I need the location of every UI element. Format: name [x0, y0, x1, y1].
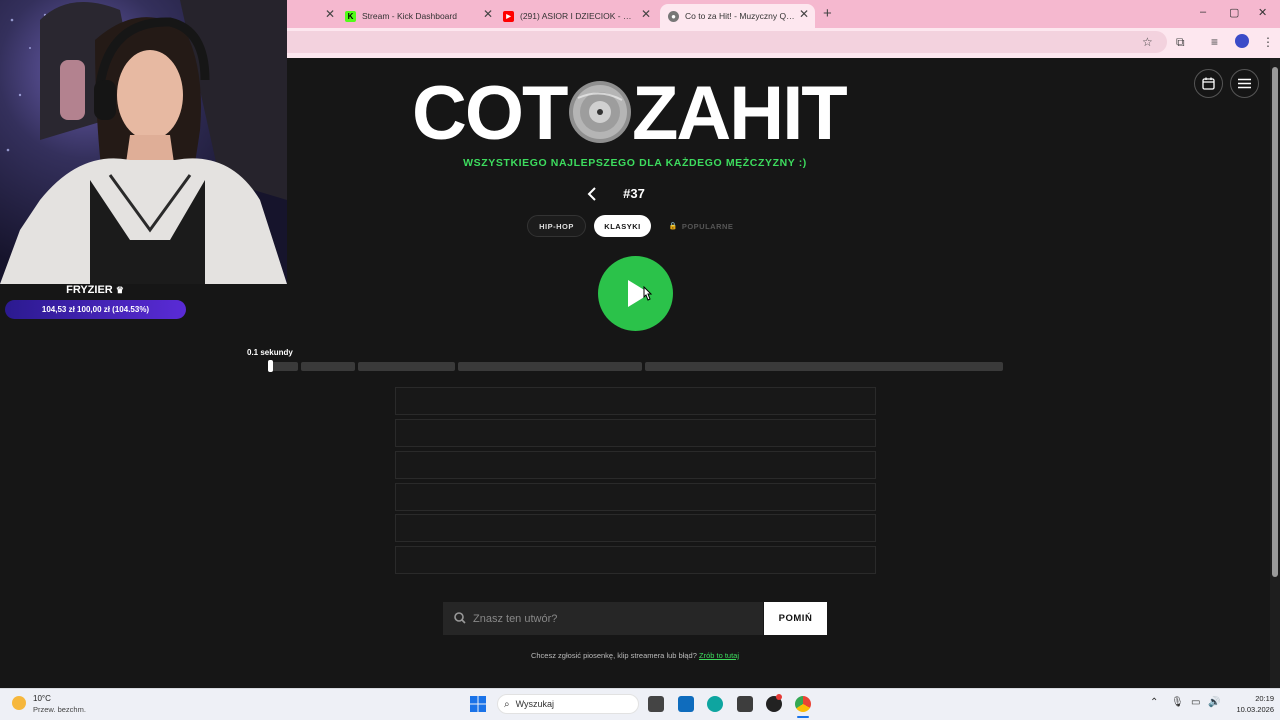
webcam-feed-image — [0, 0, 287, 284]
search-icon: ⌕ — [504, 698, 510, 710]
category-klasyki-tab[interactable]: KLASYKI — [594, 215, 651, 237]
maximize-button[interactable]: ▢ — [1229, 6, 1239, 19]
hamburger-menu-icon — [1238, 78, 1251, 89]
round-number: #37 — [623, 186, 645, 201]
scrollbar-thumb[interactable] — [1272, 67, 1278, 577]
webcam-overlay — [0, 0, 287, 284]
network-icon[interactable]: ▭ — [1191, 697, 1200, 708]
progress-marker — [268, 360, 273, 372]
notification-badge — [776, 694, 782, 700]
tab-close-icon[interactable]: ✕ — [641, 7, 651, 21]
duration-segment — [458, 362, 642, 371]
active-app-indicator — [797, 716, 809, 718]
lock-icon: 🔒 — [668, 223, 678, 230]
volume-icon[interactable]: 🔊 — [1208, 697, 1220, 708]
category-hiphop-tab[interactable]: HIP-HOP — [527, 215, 586, 237]
logo-text-right: ZAHIT — [632, 78, 847, 146]
guess-slot — [395, 514, 876, 542]
extensions-icon[interactable]: ⧉ — [1176, 35, 1185, 50]
logo-text-left: COT — [412, 78, 568, 146]
category-popularne-tab[interactable]: 🔒 POPULARNE — [662, 215, 740, 237]
vinyl-disc-icon — [569, 81, 631, 143]
guess-slot — [395, 546, 876, 574]
kick-icon: K — [345, 10, 356, 22]
tab-close-icon[interactable]: ✕ — [325, 7, 335, 21]
weather-description[interactable]: Przew. bezchm. — [33, 705, 86, 714]
donor-name: FRYZIER ♛ — [66, 284, 124, 296]
windows-taskbar — [0, 688, 1280, 720]
search-icon — [454, 612, 466, 624]
cotozahit-icon: ● — [668, 10, 679, 22]
tab-cotozahit[interactable]: ● Co to za Hit! - Muzyczny Quiz Hitów — [660, 4, 815, 28]
crown-icon: ♛ — [115, 285, 124, 295]
chrome-icon[interactable] — [795, 696, 811, 712]
guess-slot — [395, 419, 876, 447]
duration-segment — [301, 362, 355, 371]
calendar-button[interactable] — [1194, 69, 1223, 98]
windows-start-icon[interactable] — [470, 696, 486, 712]
omnibox[interactable] — [287, 31, 1167, 53]
tab-label: Co to za Hit! - Muzyczny Quiz Hitów — [685, 11, 795, 21]
tab-kick-dashboard[interactable]: K Stream - Kick Dashboard — [345, 4, 495, 28]
song-search-box[interactable] — [443, 602, 763, 635]
profile-avatar[interactable] — [1235, 34, 1249, 48]
duration-segment — [645, 362, 1003, 371]
tab-close-icon[interactable]: ✕ — [799, 7, 809, 21]
guess-slot — [395, 387, 876, 415]
play-button[interactable] — [598, 256, 673, 331]
donation-goal-text: 104,53 zł 100,00 zł (104.53%) — [41, 305, 150, 314]
mouse-cursor-icon — [643, 286, 653, 301]
previous-button[interactable] — [584, 185, 600, 203]
guess-slot — [395, 451, 876, 479]
guess-slot — [395, 483, 876, 511]
song-search-input[interactable] — [473, 612, 753, 625]
menu-button[interactable] — [1230, 69, 1259, 98]
close-window-button[interactable]: ✕ — [1258, 6, 1267, 19]
clock-date[interactable]: 10.03.2026 — [1228, 705, 1274, 714]
report-text: Chcesz zgłosić piosenkę, klip streamera … — [400, 651, 870, 660]
category-label: POPULARNE — [681, 221, 734, 231]
weather-sun-icon[interactable] — [12, 696, 26, 710]
chevron-left-icon — [587, 187, 596, 201]
youtube-icon: ▶ — [503, 10, 514, 22]
app-icon[interactable] — [737, 696, 753, 712]
outlook-icon[interactable] — [678, 696, 694, 712]
browser-menu-icon[interactable]: ⋮ — [1262, 35, 1274, 49]
minimize-button[interactable]: – — [1200, 6, 1206, 18]
new-tab-button[interactable]: + — [823, 5, 832, 22]
report-prompt: Chcesz zgłosić piosenkę, klip streamera … — [530, 651, 697, 660]
site-logo[interactable]: COT ZAHIT — [412, 78, 862, 146]
tray-chevron-up-icon[interactable]: ⌃ — [1150, 697, 1158, 708]
duration-label: 0.1 sekundy — [247, 348, 293, 357]
report-link[interactable]: Zrób to tutaj — [699, 651, 739, 660]
duration-segment — [358, 362, 455, 371]
edge-icon[interactable] — [707, 696, 723, 712]
tab-label: Stream - Kick Dashboard — [362, 11, 457, 21]
tagline: WSZYSTKIEGO NAJLEPSZEGO DLA KAŻDEGO MĘŻC… — [463, 157, 807, 169]
media-controls-icon[interactable]: ≡ — [1211, 35, 1218, 49]
taskbar-search-placeholder: Wyszukaj — [515, 699, 555, 709]
microphone-icon[interactable]: 🎙 — [1171, 697, 1184, 708]
play-icon — [628, 280, 650, 307]
taskbar-search[interactable]: ⌕ Wyszukaj — [497, 694, 639, 714]
tab-youtube[interactable]: ▶ (291) ASIOR I DZIECIOK - HISTORIA — [503, 4, 648, 28]
calendar-icon — [1202, 77, 1215, 90]
skip-button[interactable]: POMIŃ — [764, 602, 827, 635]
tab-label: (291) ASIOR I DZIECIOK - HISTORIA — [520, 11, 635, 21]
clock-time[interactable]: 20:19 — [1244, 694, 1274, 703]
donation-goal-bar: 104,53 zł 100,00 zł (104.53%) — [5, 300, 186, 319]
bookmark-star-icon[interactable]: ☆ — [1142, 35, 1153, 49]
tab-close-icon[interactable]: ✕ — [483, 7, 493, 21]
weather-temperature[interactable]: 10°C — [33, 694, 51, 703]
task-view-icon[interactable] — [648, 696, 664, 712]
